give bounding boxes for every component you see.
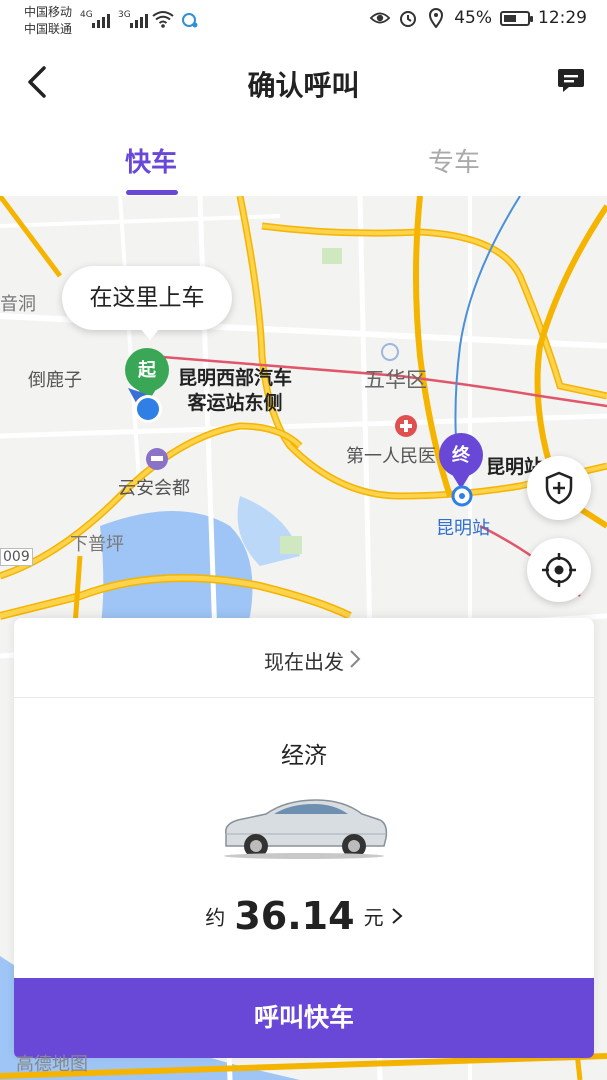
message-icon[interactable]	[557, 66, 585, 94]
tab-indicator	[126, 190, 178, 195]
chevron-right-icon	[350, 650, 361, 668]
ride-type-tabs: 快车 专车	[0, 120, 607, 196]
price-prefix: 约	[205, 905, 226, 930]
shield-plus-icon	[545, 471, 573, 505]
departure-label: 现在出发	[264, 650, 344, 674]
map-provider-logo: 高德地图	[16, 1054, 88, 1075]
sync-icon	[182, 13, 198, 28]
car-type-label: 经济	[281, 743, 327, 769]
carrier-labels: 中国移动 中国联通	[24, 4, 72, 38]
safety-button[interactable]	[527, 456, 591, 520]
signal-bars-1-icon	[92, 12, 110, 28]
map-label-daoluzi: 倒鹿子	[28, 370, 82, 391]
start-name-line2: 客运站东侧	[187, 392, 283, 414]
carrier-2: 中国联通	[24, 22, 73, 36]
status-right: 45% 12:29	[370, 8, 587, 28]
departure-time-row[interactable]: 现在出发	[14, 618, 594, 698]
page-title: 确认呼叫	[247, 69, 360, 102]
map-label-xiapuping: 下普坪	[70, 534, 124, 555]
locate-icon	[542, 553, 576, 587]
order-sheet: 现在出发 经济 约 36.14 元 呼叫快车	[14, 618, 594, 1058]
end-badge: 终	[452, 445, 470, 466]
tab-express[interactable]: 快车	[125, 142, 177, 179]
eye-icon	[370, 12, 391, 24]
map-label-hospital: 第一人民医	[346, 446, 436, 467]
location-icon	[429, 8, 444, 28]
car-image	[224, 799, 388, 859]
call-express-button[interactable]: 呼叫快车	[14, 978, 594, 1058]
start-location-name: 昆明西部汽车 客运站东侧	[178, 366, 292, 416]
signal-bars-2-icon	[130, 12, 148, 28]
locate-button[interactable]	[527, 538, 591, 602]
map-label-wuhuaqu: 五华区	[364, 368, 427, 392]
network-type-1: 4G	[80, 10, 93, 20]
start-badge: 起	[138, 360, 156, 381]
price-unit: 元	[363, 905, 384, 930]
header: 确认呼叫	[0, 44, 607, 120]
start-name-line1: 昆明西部汽车	[178, 367, 293, 389]
carrier-1: 中国移动	[24, 5, 73, 19]
tab-premier[interactable]: 专车	[428, 142, 480, 179]
map-label-kunming-station: 昆明站	[436, 518, 490, 539]
price-estimate[interactable]: 约 36.14 元	[14, 894, 594, 938]
map-label-road-009: 009	[0, 548, 33, 566]
price-value: 36.14	[234, 894, 355, 938]
network-type-2: 3G	[118, 10, 131, 20]
battery-icon	[500, 10, 533, 26]
clock: 12:29	[538, 8, 587, 28]
battery-percent: 45%	[454, 8, 492, 28]
map-label-yinyuedong: 音洞	[0, 294, 36, 315]
status-bar: 中国移动 中国联通 4G 3G 45% 12:29	[0, 0, 607, 44]
map-label-yunan: 云安会都	[118, 478, 190, 499]
chevron-right-icon	[392, 908, 403, 924]
pickup-bubble[interactable]: 在这里上车	[62, 266, 232, 340]
wifi-icon	[152, 11, 174, 28]
alarm-icon	[400, 11, 417, 27]
